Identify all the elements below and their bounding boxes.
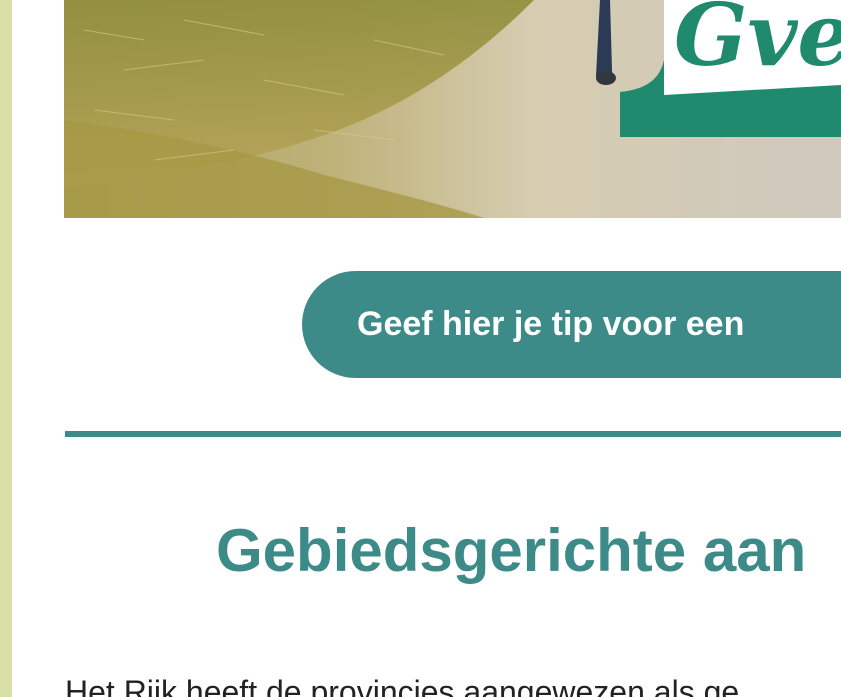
page: Gve Geef hier je tip voor een Gebiedsger… [0,0,841,697]
hay-photo-illustration: Gve [64,0,841,218]
section-body-text: Het Rijk heeft de provincies aangewezen … [65,674,740,697]
left-accent-strip [0,0,12,697]
section-divider [65,431,841,437]
tip-button[interactable]: Geef hier je tip voor een [302,271,841,378]
tip-button-label: Geef hier je tip voor een [357,305,745,343]
logo-text: Gve [674,0,841,86]
hero-image: Gve [64,0,841,218]
section-heading: Gebiedsgerichte aan [216,517,807,584]
